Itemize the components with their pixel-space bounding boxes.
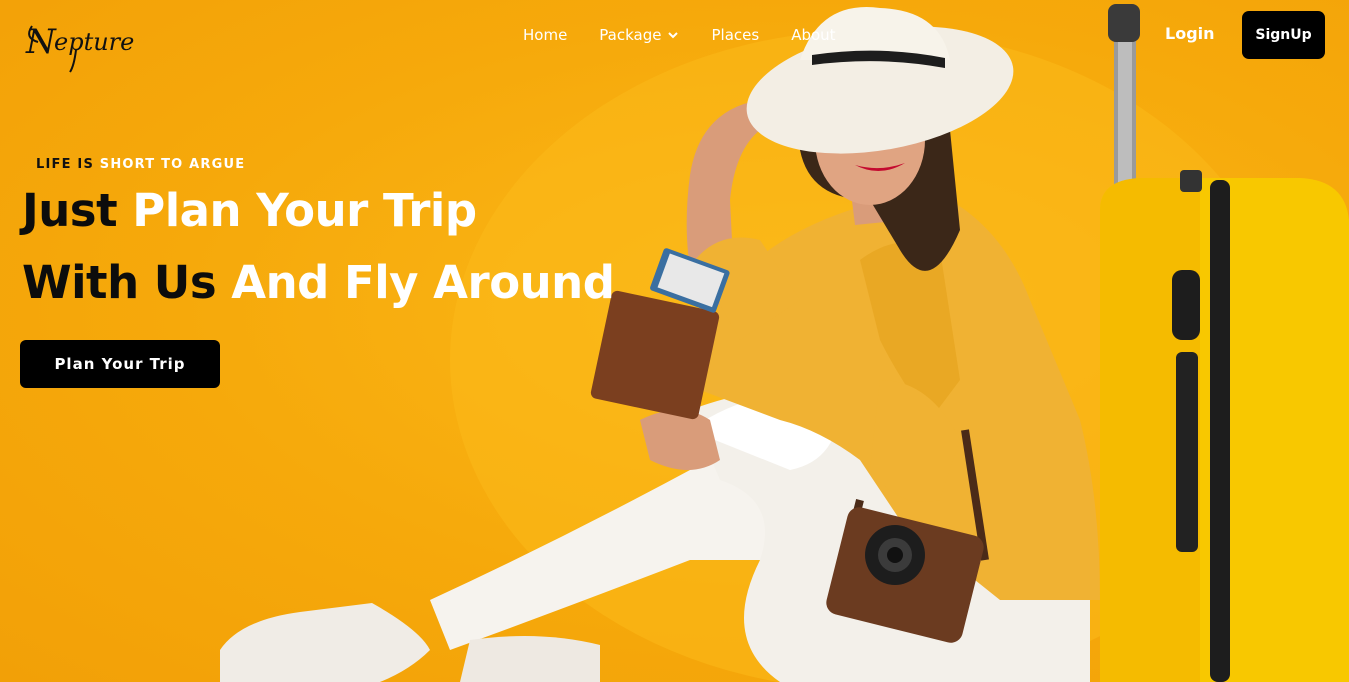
nepture-logo[interactable]: N epture — [24, 8, 164, 74]
nav-item-label: About — [791, 26, 836, 44]
headline-line-1-part-2: Plan Your Trip — [132, 184, 477, 237]
login-link[interactable]: Login — [1165, 24, 1215, 43]
hero-headline-line-1: Just Plan Your Trip — [22, 184, 477, 237]
nav-item-home[interactable]: Home — [523, 26, 567, 44]
signup-button[interactable]: SignUp — [1242, 11, 1325, 59]
headline-line-2-part-2: And Fly Around — [231, 256, 615, 309]
hero-tagline: LIFE IS SHORT TO ARGUE — [36, 157, 245, 172]
main-nav: Home Package Places About — [523, 26, 868, 44]
hero-section: N epture Home Package Places About Login… — [0, 0, 1349, 682]
plan-your-trip-button[interactable]: Plan Your Trip — [20, 340, 220, 388]
headline-line-2-part-1: With Us — [22, 256, 217, 309]
nav-item-about[interactable]: About — [791, 26, 835, 44]
tagline-part-1: LIFE IS — [36, 157, 95, 172]
tagline-part-2: SHORT TO ARGUE — [99, 157, 246, 172]
nav-item-label: Places — [711, 26, 760, 44]
nav-item-package[interactable]: Package — [599, 26, 679, 44]
svg-text:epture: epture — [54, 28, 134, 56]
nav-item-places[interactable]: Places — [711, 26, 759, 44]
nav-item-label: Home — [523, 26, 568, 44]
chevron-down-icon — [668, 32, 679, 39]
nav-item-label: Package — [599, 26, 662, 44]
hero-headline-line-2: With Us And Fly Around — [22, 256, 615, 309]
headline-line-1-part-1: Just — [22, 184, 118, 237]
